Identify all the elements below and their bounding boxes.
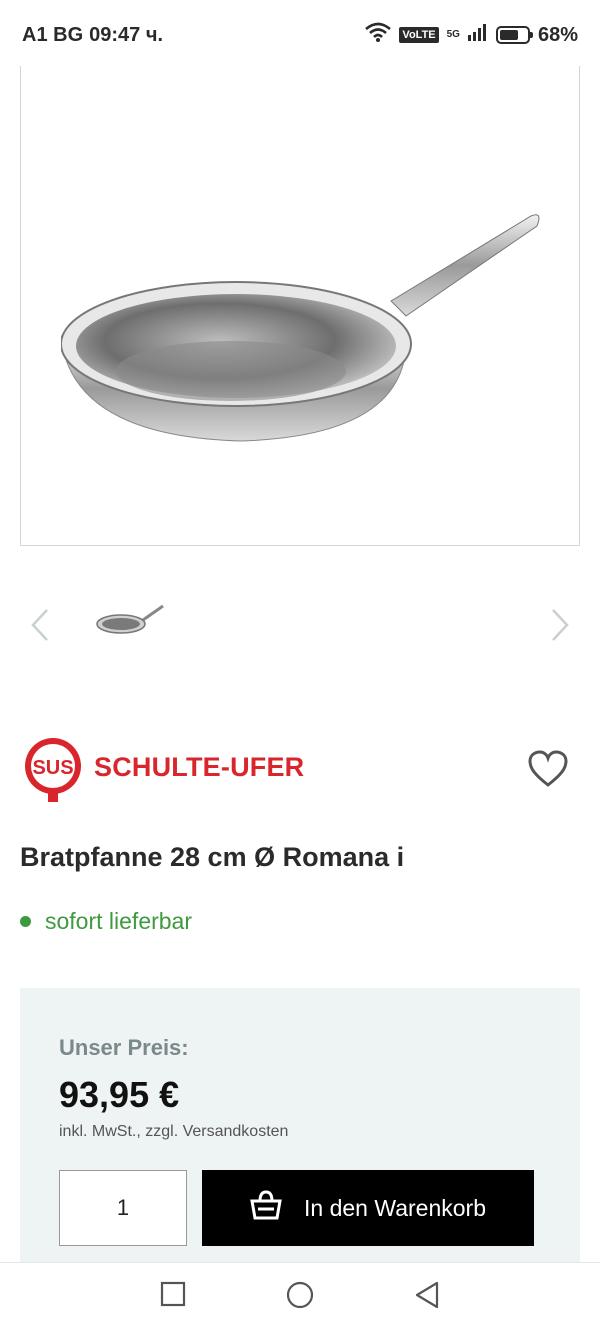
product-title: Bratpfanne 28 cm Ø Romana i: [20, 842, 405, 872]
product-image: [61, 214, 540, 442]
product-image-frame[interactable]: [20, 66, 580, 546]
shopping-basket-icon: [250, 1190, 282, 1226]
status-bar: A1 BG 09:47 ч. VoLTE 5G 68%: [0, 0, 600, 70]
wifi-icon: [365, 22, 392, 48]
back-icon[interactable]: [414, 1281, 440, 1314]
battery-percent: 68%: [537, 23, 578, 46]
thumbnail-image[interactable]: [95, 600, 165, 645]
quantity-input[interactable]: 1: [59, 1170, 187, 1246]
wishlist-heart-icon[interactable]: [528, 750, 568, 793]
brand-logo[interactable]: SUS: [20, 736, 86, 807]
price-box: Unser Preis: 93,95 € inkl. MwSt., zzgl. …: [20, 988, 580, 1278]
clock: 09:47 ч.: [89, 23, 164, 46]
chevron-left-icon[interactable]: [30, 608, 50, 651]
network-type: 5G: [446, 29, 460, 40]
brand-logo-text: SUS: [32, 757, 73, 779]
chevron-right-icon[interactable]: [550, 608, 570, 651]
tax-note: inkl. MwSt., zzgl. Versandkosten: [59, 1123, 289, 1140]
system-nav-bar: [0, 1262, 600, 1327]
signal-icon: [467, 23, 488, 47]
home-icon[interactable]: [286, 1281, 314, 1314]
add-to-cart-button[interactable]: In den Warenkorb: [202, 1170, 534, 1246]
volte-badge: VoLTE: [399, 27, 439, 43]
carrier-label: A1 BG: [22, 23, 84, 46]
price-label: Unser Preis:: [59, 1035, 189, 1060]
battery-icon: [495, 26, 533, 44]
availability-status: sofort lieferbar: [20, 908, 192, 935]
brand-name[interactable]: SCHULTE-UFER: [94, 752, 304, 783]
brand-row: SUS SCHULTE-UFER: [20, 736, 580, 806]
availability-dot-icon: [20, 916, 31, 927]
add-to-cart-label: In den Warenkorb: [304, 1194, 486, 1221]
thumbnail-strip: [0, 590, 600, 662]
availability-text: sofort lieferbar: [45, 908, 193, 934]
recent-apps-icon[interactable]: [160, 1281, 186, 1312]
price-value: 93,95 €: [59, 1074, 180, 1115]
